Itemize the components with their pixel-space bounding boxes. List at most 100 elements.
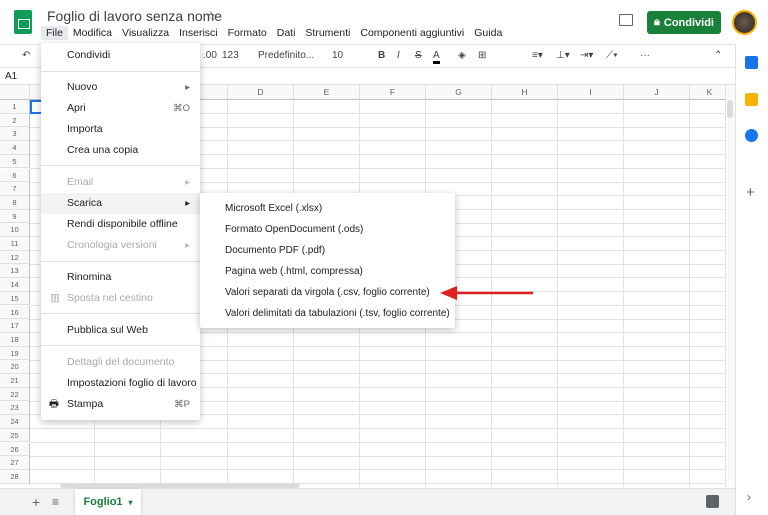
menu-dati[interactable]: Dati xyxy=(272,26,301,40)
column-header[interactable]: H xyxy=(492,85,558,100)
menu-item-new[interactable]: Nuovo ▸ xyxy=(41,77,200,98)
row-header[interactable]: 24 xyxy=(0,415,30,429)
menu-item-share[interactable]: Condividi xyxy=(41,45,200,66)
row-header[interactable]: 12 xyxy=(0,250,30,265)
vertical-scrollbar[interactable] xyxy=(725,85,735,487)
row-header[interactable]: 6 xyxy=(0,168,30,183)
fill-color-icon[interactable]: ◈ xyxy=(458,50,466,61)
all-sheets-icon[interactable]: ≡ xyxy=(52,495,59,509)
row-header[interactable]: 4 xyxy=(0,141,30,155)
row-header[interactable]: 17 xyxy=(0,319,30,333)
menu-item-open[interactable]: Apri ⌘O xyxy=(41,98,200,119)
column-header[interactable]: E xyxy=(294,85,360,100)
download-html[interactable]: Pagina web (.html, compressa) xyxy=(225,266,363,277)
comment-icon[interactable] xyxy=(619,14,633,26)
menu-item-offline[interactable]: Rendi disponibile offline xyxy=(41,214,200,235)
format-button[interactable]: 123 xyxy=(222,50,239,61)
wrap-icon[interactable]: ⇥▾ xyxy=(580,50,593,61)
row-header[interactable]: 25 xyxy=(0,428,30,443)
row-header[interactable]: 2 xyxy=(0,113,30,128)
row-header[interactable]: 27 xyxy=(0,456,30,470)
add-sheet-icon[interactable]: + xyxy=(32,494,40,510)
download-tsv[interactable]: Valori delimitati da tabulazioni (.tsv, … xyxy=(225,308,450,319)
row-header[interactable]: 7 xyxy=(0,182,30,196)
borders-icon[interactable]: ⊞ xyxy=(478,50,486,61)
font-select[interactable]: Predefinito... xyxy=(258,50,314,61)
row-header[interactable]: 3 xyxy=(0,127,30,142)
document-title[interactable]: Foglio di lavoro senza nome xyxy=(47,8,222,24)
align-icon[interactable]: ≡▾ xyxy=(532,50,543,61)
download-ods[interactable]: Formato OpenDocument (.ods) xyxy=(225,224,363,235)
row-header[interactable]: 18 xyxy=(0,332,30,347)
row-header[interactable]: 23 xyxy=(0,401,30,416)
valign-icon[interactable]: ⊥▾ xyxy=(556,50,570,61)
row-header[interactable]: 26 xyxy=(0,442,30,457)
column-header[interactable]: D xyxy=(228,85,294,100)
row-header[interactable]: 19 xyxy=(0,346,30,361)
keep-icon[interactable] xyxy=(745,93,758,106)
tasks-icon[interactable] xyxy=(745,129,758,142)
menu-guida[interactable]: Guida xyxy=(469,26,507,40)
avatar[interactable] xyxy=(732,10,757,35)
row-header[interactable]: 13 xyxy=(0,264,30,279)
gridline xyxy=(30,469,725,471)
row-header[interactable]: 21 xyxy=(0,374,30,388)
row-header[interactable]: 11 xyxy=(0,237,30,251)
row-header[interactable]: 5 xyxy=(0,154,30,169)
menu-item-import[interactable]: Importa xyxy=(41,119,200,140)
menu-item-rename[interactable]: Rinomina xyxy=(41,267,200,288)
column-header[interactable]: F xyxy=(360,85,426,100)
menu-item-settings[interactable]: Impostazioni foglio di lavoro xyxy=(41,373,200,394)
sheets-logo-icon[interactable] xyxy=(14,10,32,34)
row-header[interactable]: 16 xyxy=(0,305,30,320)
star-icon[interactable]: ☆ xyxy=(205,8,217,24)
bold-button[interactable]: B xyxy=(378,50,385,61)
select-all-corner[interactable] xyxy=(0,85,30,100)
menu-item-copy[interactable]: Crea una copia xyxy=(41,140,200,161)
share-button[interactable]: 🔒︎ Condividi xyxy=(647,11,721,34)
decimal-button[interactable]: .00 xyxy=(203,50,217,61)
row-header[interactable]: 1 xyxy=(0,100,30,114)
row-header[interactable]: 20 xyxy=(0,360,30,374)
sheet-tab-foglio1[interactable]: Foglio1 ▾ xyxy=(75,489,141,515)
row-header[interactable]: 10 xyxy=(0,223,30,237)
menu-strumenti[interactable]: Strumenti xyxy=(300,26,355,40)
download-pdf[interactable]: Documento PDF (.pdf) xyxy=(225,245,325,256)
italic-button[interactable]: I xyxy=(397,50,400,61)
column-header[interactable]: G xyxy=(426,85,492,100)
menu-item-print[interactable]: 🖶︎ Stampa ⌘P xyxy=(41,394,200,415)
column-header[interactable]: K xyxy=(690,85,725,100)
download-csv[interactable]: Valori separati da virgola (.csv, foglio… xyxy=(225,287,430,298)
collapse-icon[interactable]: ⌃ xyxy=(714,50,722,61)
download-xlsx[interactable]: Microsoft Excel (.xlsx) xyxy=(225,203,322,214)
menu-componenti[interactable]: Componenti aggiuntivi xyxy=(355,26,469,40)
menu-item-publish[interactable]: Pubblica sul Web xyxy=(41,320,200,341)
cell-reference[interactable]: A1 xyxy=(5,71,17,82)
row-header[interactable]: 28 xyxy=(0,469,30,484)
row-header[interactable]: 14 xyxy=(0,278,30,292)
more-button[interactable]: ··· xyxy=(640,50,650,61)
text-color-button[interactable]: A xyxy=(433,50,440,64)
menu-file[interactable]: File xyxy=(41,26,68,40)
calendar-icon[interactable] xyxy=(745,56,758,69)
column-header[interactable]: J xyxy=(624,85,690,100)
row-header[interactable]: 22 xyxy=(0,387,30,402)
menu-inserisci[interactable]: Inserisci xyxy=(174,26,223,40)
add-addon-icon[interactable]: + xyxy=(746,184,755,201)
expand-panel-icon[interactable]: › xyxy=(747,490,751,504)
menu-visualizza[interactable]: Visualizza xyxy=(117,26,174,40)
menu-modifica[interactable]: Modifica xyxy=(68,26,117,40)
trash-icon: ▥ xyxy=(50,292,60,304)
strike-button[interactable]: S xyxy=(415,50,422,61)
column-header[interactable]: I xyxy=(558,85,624,100)
rotate-icon[interactable]: ⟋▾ xyxy=(606,50,618,61)
scrollbar-thumb[interactable] xyxy=(727,100,733,118)
row-header[interactable]: 8 xyxy=(0,195,30,210)
size-select[interactable]: 10 xyxy=(332,50,343,61)
undo-icon[interactable]: ↶ xyxy=(22,50,30,61)
menu-item-download[interactable]: Scarica ▸ xyxy=(41,193,200,214)
menu-formato[interactable]: Formato xyxy=(223,26,272,40)
row-header[interactable]: 9 xyxy=(0,209,30,224)
explore-icon[interactable] xyxy=(706,495,719,508)
row-header[interactable]: 15 xyxy=(0,291,30,306)
